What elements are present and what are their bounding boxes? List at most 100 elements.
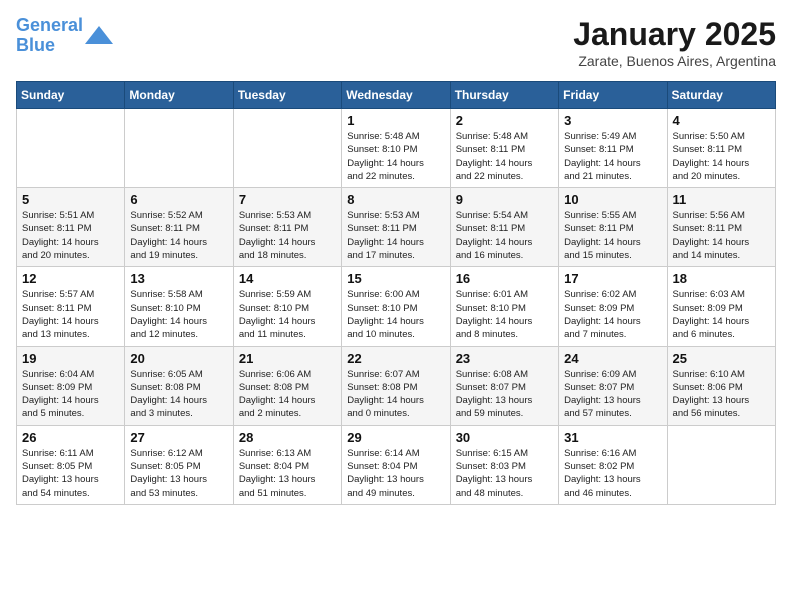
- calendar-cell: 4 Sunrise: 5:50 AM Sunset: 8:11 PM Daylig…: [667, 109, 775, 188]
- location-title: Zarate, Buenos Aires, Argentina: [573, 53, 776, 69]
- weekday-header: Thursday: [450, 82, 558, 109]
- calendar-cell: 14 Sunrise: 5:59 AM Sunset: 8:10 PM Dayli…: [233, 267, 341, 346]
- calendar-cell: 8 Sunrise: 5:53 AM Sunset: 8:11 PM Daylig…: [342, 188, 450, 267]
- calendar-cell: 25Sunrise: 6:10 AM Sunset: 8:06 PM Dayli…: [667, 346, 775, 425]
- day-number: 13: [130, 271, 227, 286]
- calendar-cell: 5 Sunrise: 5:51 AM Sunset: 8:11 PM Daylig…: [17, 188, 125, 267]
- day-info: Sunrise: 6:12 AM Sunset: 8:05 PM Dayligh…: [130, 447, 227, 500]
- day-info: Sunrise: 5:58 AM Sunset: 8:10 PM Dayligh…: [130, 288, 227, 341]
- calendar-cell: 23 Sunrise: 6:08 AM Sunset: 8:07 PM Dayli…: [450, 346, 558, 425]
- day-number: 25: [673, 351, 770, 366]
- calendar-cell: 28 Sunrise: 6:13 AM Sunset: 8:04 PM Dayli…: [233, 425, 341, 504]
- calendar-week-row: 1 Sunrise: 5:48 AM Sunset: 8:10 PM Daylig…: [17, 109, 776, 188]
- day-info: Sunrise: 5:54 AM Sunset: 8:11 PM Dayligh…: [456, 209, 553, 262]
- day-info: Sunrise: 6:14 AM Sunset: 8:04 PM Dayligh…: [347, 447, 444, 500]
- day-info: Sunrise: 5:53 AM Sunset: 8:11 PM Dayligh…: [239, 209, 336, 262]
- weekday-header: Wednesday: [342, 82, 450, 109]
- day-number: 6: [130, 192, 227, 207]
- day-number: 5: [22, 192, 119, 207]
- day-number: 11: [673, 192, 770, 207]
- calendar-week-row: 5 Sunrise: 5:51 AM Sunset: 8:11 PM Daylig…: [17, 188, 776, 267]
- day-info: Sunrise: 5:57 AM Sunset: 8:11 PM Dayligh…: [22, 288, 119, 341]
- day-info: Sunrise: 5:48 AM Sunset: 8:10 PM Dayligh…: [347, 130, 444, 183]
- day-number: 19: [22, 351, 119, 366]
- calendar-week-row: 19 Sunrise: 6:04 AM Sunset: 8:09 PM Dayli…: [17, 346, 776, 425]
- calendar-cell: [17, 109, 125, 188]
- day-number: 18: [673, 271, 770, 286]
- day-info: Sunrise: 6:06 AM Sunset: 8:08 PM Dayligh…: [239, 368, 336, 421]
- month-title: January 2025: [573, 16, 776, 53]
- day-number: 3: [564, 113, 661, 128]
- day-info: Sunrise: 5:53 AM Sunset: 8:11 PM Dayligh…: [347, 209, 444, 262]
- calendar-cell: 12 Sunrise: 5:57 AM Sunset: 8:11 PM Dayli…: [17, 267, 125, 346]
- weekday-header: Saturday: [667, 82, 775, 109]
- day-info: Sunrise: 6:13 AM Sunset: 8:04 PM Dayligh…: [239, 447, 336, 500]
- day-number: 2: [456, 113, 553, 128]
- weekday-header: Sunday: [17, 82, 125, 109]
- day-number: 10: [564, 192, 661, 207]
- calendar-cell: 15Sunrise: 6:00 AM Sunset: 8:10 PM Dayli…: [342, 267, 450, 346]
- day-info: Sunrise: 6:04 AM Sunset: 8:09 PM Dayligh…: [22, 368, 119, 421]
- calendar-cell: 22Sunrise: 6:07 AM Sunset: 8:08 PM Dayli…: [342, 346, 450, 425]
- day-info: Sunrise: 6:03 AM Sunset: 8:09 PM Dayligh…: [673, 288, 770, 341]
- calendar-header-row: SundayMondayTuesdayWednesdayThursdayFrid…: [17, 82, 776, 109]
- day-number: 31: [564, 430, 661, 445]
- day-number: 20: [130, 351, 227, 366]
- day-info: Sunrise: 5:50 AM Sunset: 8:11 PM Dayligh…: [673, 130, 770, 183]
- weekday-header: Friday: [559, 82, 667, 109]
- day-info: Sunrise: 6:05 AM Sunset: 8:08 PM Dayligh…: [130, 368, 227, 421]
- calendar-week-row: 26 Sunrise: 6:11 AM Sunset: 8:05 PM Dayli…: [17, 425, 776, 504]
- day-number: 23: [456, 351, 553, 366]
- day-info: Sunrise: 6:11 AM Sunset: 8:05 PM Dayligh…: [22, 447, 119, 500]
- day-number: 8: [347, 192, 444, 207]
- title-block: January 2025 Zarate, Buenos Aires, Argen…: [573, 16, 776, 69]
- day-number: 7: [239, 192, 336, 207]
- day-info: Sunrise: 5:55 AM Sunset: 8:11 PM Dayligh…: [564, 209, 661, 262]
- calendar-cell: 16Sunrise: 6:01 AM Sunset: 8:10 PM Dayli…: [450, 267, 558, 346]
- day-info: Sunrise: 5:51 AM Sunset: 8:11 PM Dayligh…: [22, 209, 119, 262]
- day-info: Sunrise: 6:02 AM Sunset: 8:09 PM Dayligh…: [564, 288, 661, 341]
- calendar-cell: 17 Sunrise: 6:02 AM Sunset: 8:09 PM Dayli…: [559, 267, 667, 346]
- calendar-cell: [667, 425, 775, 504]
- day-number: 4: [673, 113, 770, 128]
- day-number: 26: [22, 430, 119, 445]
- calendar-cell: 1 Sunrise: 5:48 AM Sunset: 8:10 PM Daylig…: [342, 109, 450, 188]
- logo-text: GeneralBlue: [16, 16, 83, 56]
- calendar-cell: 27Sunrise: 6:12 AM Sunset: 8:05 PM Dayli…: [125, 425, 233, 504]
- day-number: 12: [22, 271, 119, 286]
- calendar-week-row: 12 Sunrise: 5:57 AM Sunset: 8:11 PM Dayli…: [17, 267, 776, 346]
- calendar-cell: 3Sunrise: 5:49 AM Sunset: 8:11 PM Daylig…: [559, 109, 667, 188]
- calendar-cell: 11 Sunrise: 5:56 AM Sunset: 8:11 PM Dayli…: [667, 188, 775, 267]
- calendar-cell: 31 Sunrise: 6:16 AM Sunset: 8:02 PM Dayli…: [559, 425, 667, 504]
- calendar-table: SundayMondayTuesdayWednesdayThursdayFrid…: [16, 81, 776, 505]
- day-info: Sunrise: 6:16 AM Sunset: 8:02 PM Dayligh…: [564, 447, 661, 500]
- calendar-cell: 24 Sunrise: 6:09 AM Sunset: 8:07 PM Dayli…: [559, 346, 667, 425]
- calendar-cell: 6Sunrise: 5:52 AM Sunset: 8:11 PM Daylig…: [125, 188, 233, 267]
- weekday-header: Monday: [125, 82, 233, 109]
- day-info: Sunrise: 6:09 AM Sunset: 8:07 PM Dayligh…: [564, 368, 661, 421]
- day-number: 9: [456, 192, 553, 207]
- day-info: Sunrise: 5:48 AM Sunset: 8:11 PM Dayligh…: [456, 130, 553, 183]
- calendar-cell: 21Sunrise: 6:06 AM Sunset: 8:08 PM Dayli…: [233, 346, 341, 425]
- weekday-header: Tuesday: [233, 82, 341, 109]
- day-info: Sunrise: 5:56 AM Sunset: 8:11 PM Dayligh…: [673, 209, 770, 262]
- day-info: Sunrise: 6:01 AM Sunset: 8:10 PM Dayligh…: [456, 288, 553, 341]
- calendar-cell: 9 Sunrise: 5:54 AM Sunset: 8:11 PM Daylig…: [450, 188, 558, 267]
- day-number: 30: [456, 430, 553, 445]
- day-number: 29: [347, 430, 444, 445]
- day-number: 17: [564, 271, 661, 286]
- day-number: 22: [347, 351, 444, 366]
- day-info: Sunrise: 5:59 AM Sunset: 8:10 PM Dayligh…: [239, 288, 336, 341]
- day-number: 14: [239, 271, 336, 286]
- calendar-cell: 19 Sunrise: 6:04 AM Sunset: 8:09 PM Dayli…: [17, 346, 125, 425]
- calendar-cell: [125, 109, 233, 188]
- day-number: 28: [239, 430, 336, 445]
- day-number: 24: [564, 351, 661, 366]
- calendar-cell: 18 Sunrise: 6:03 AM Sunset: 8:09 PM Dayli…: [667, 267, 775, 346]
- day-number: 1: [347, 113, 444, 128]
- logo-icon: [85, 22, 113, 50]
- day-info: Sunrise: 6:08 AM Sunset: 8:07 PM Dayligh…: [456, 368, 553, 421]
- calendar-cell: 30Sunrise: 6:15 AM Sunset: 8:03 PM Dayli…: [450, 425, 558, 504]
- calendar-cell: 29 Sunrise: 6:14 AM Sunset: 8:04 PM Dayli…: [342, 425, 450, 504]
- calendar-cell: 2 Sunrise: 5:48 AM Sunset: 8:11 PM Daylig…: [450, 109, 558, 188]
